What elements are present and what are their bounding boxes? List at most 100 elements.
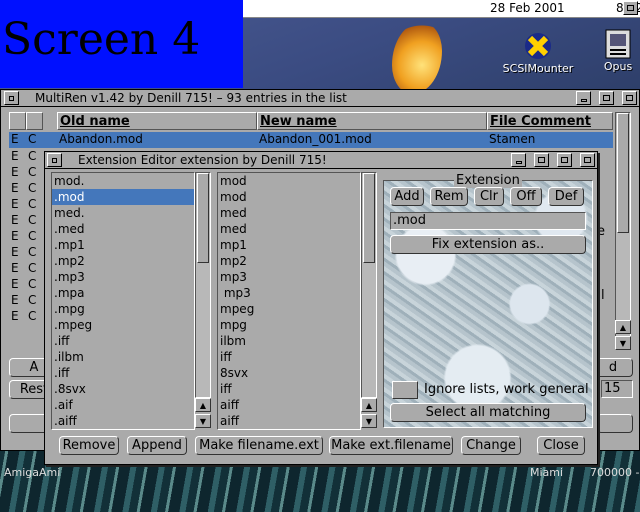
list-item[interactable]: .iff [52, 365, 194, 381]
off-button[interactable]: Off [510, 187, 542, 206]
flag-cell: C [28, 197, 37, 211]
select-all-matching-button[interactable]: Select all matching [390, 403, 586, 422]
list-item[interactable]: .mod [52, 189, 194, 205]
flag-cell: E [11, 165, 19, 179]
list-item[interactable]: aiff [218, 397, 360, 413]
make-ext-filename-button[interactable]: Make ext.filename [329, 436, 453, 455]
list-item[interactable]: med [218, 221, 360, 237]
scrollbar-knob[interactable] [617, 113, 629, 233]
flag-cell: C [28, 181, 37, 195]
flag-column-e: EEEEEEEEEEE [11, 148, 25, 324]
right-list-scrollbar[interactable] [361, 172, 377, 398]
zoom-gadget-icon[interactable] [534, 153, 549, 167]
list-item[interactable]: .mp3 [52, 269, 194, 285]
list-item[interactable]: .mpa [52, 285, 194, 301]
scroll-down-arrow-icon[interactable]: ▼ [615, 336, 631, 350]
list-item[interactable]: .iff [52, 333, 194, 349]
list-item[interactable]: .mpeg [52, 317, 194, 333]
list-item[interactable]: ilbm [218, 333, 360, 349]
fix-extension-button[interactable]: Fix extension as.. [390, 235, 586, 254]
iconify-gadget-icon[interactable] [511, 153, 526, 167]
scroll-up-arrow-icon[interactable]: ▲ [361, 398, 377, 412]
column-header-new-name[interactable]: New name [257, 112, 487, 130]
left-list-scrollbar[interactable] [195, 172, 211, 398]
ignore-lists-label: Ignore lists, work general [424, 382, 589, 397]
multiren-vertical-scrollbar[interactable] [615, 112, 631, 338]
list-item[interactable]: mod [218, 189, 360, 205]
multiren-count-field[interactable]: 15 [601, 380, 633, 398]
desktop-icon-opus[interactable]: Opus [596, 28, 640, 73]
list-item[interactable]: .mp1 [52, 237, 194, 253]
list-item[interactable]: 8svx [218, 365, 360, 381]
flag-cell: E [11, 261, 19, 275]
list-item[interactable]: mp3 [218, 269, 360, 285]
scroll-down-arrow-icon[interactable]: ▼ [195, 414, 211, 428]
list-item[interactable]: med. [52, 205, 194, 221]
list-item[interactable]: .mp2 [52, 253, 194, 269]
resize-gadget-icon[interactable] [557, 153, 572, 167]
zoom-gadget-icon[interactable] [599, 91, 614, 105]
flag-cell: C [28, 149, 37, 163]
multiren-partial-button-bottom-left[interactable] [9, 414, 49, 433]
extension-input[interactable]: .mod [390, 212, 586, 230]
column-header-comment[interactable]: File Comment [487, 112, 613, 130]
append-button[interactable]: Append [127, 436, 187, 455]
close-gadget-icon[interactable] [47, 153, 62, 167]
multiren-partial-button-d[interactable]: d [593, 358, 633, 377]
list-item[interactable]: iff [218, 381, 360, 397]
flag-cell: E [11, 197, 19, 211]
window-title: MultiRen v1.42 by Denill 715! – 93 entri… [35, 91, 347, 105]
desktop-partial-label-left: AmigaAmi [4, 466, 61, 479]
desktop-icon-scsimounter[interactable]: SCSIMounter [498, 30, 578, 75]
list-item[interactable]: aiff [218, 413, 360, 429]
extension-type-list[interactable]: mod mod med med mp1 mp2 mp3 mp3 mpeg mpg… [217, 172, 361, 430]
close-button[interactable]: Close [537, 436, 585, 455]
list-item[interactable]: mpeg [218, 301, 360, 317]
row-flag-e: E [11, 132, 19, 146]
extension-pattern-list[interactable]: mod. .mod med. .med .mp1 .mp2 .mp3 .mpa … [51, 172, 195, 430]
desktop-partial-text-right: 700000 - [590, 466, 640, 479]
screen-depth-gadget[interactable] [623, 1, 638, 15]
table-row[interactable]: E C Abandon.mod Abandon_001.mod Stamen [9, 132, 613, 148]
default-button[interactable]: Def [548, 187, 584, 206]
list-item[interactable]: med [218, 205, 360, 221]
flag-cell: E [11, 309, 19, 323]
list-item[interactable]: .med [52, 221, 194, 237]
list-item[interactable]: mp3 [218, 285, 360, 301]
screen-tag-label: Screen 4 [0, 0, 243, 88]
depth-gadget-icon[interactable] [622, 91, 637, 105]
make-filename-ext-button[interactable]: Make filename.ext [195, 436, 323, 455]
list-item[interactable]: .mpg [52, 301, 194, 317]
list-item[interactable]: .ilbm [52, 349, 194, 365]
depth-gadget-icon[interactable] [580, 153, 595, 167]
list-item[interactable]: .aif [52, 397, 194, 413]
remove-ext-button[interactable]: Rem [430, 187, 468, 206]
close-gadget-icon[interactable] [4, 91, 19, 105]
scrollbar-knob[interactable] [363, 173, 375, 263]
list-item[interactable]: mp1 [218, 237, 360, 253]
scroll-up-arrow-icon[interactable]: ▲ [195, 398, 211, 412]
list-item[interactable]: mod [218, 173, 360, 189]
scroll-up-arrow-icon[interactable]: ▲ [615, 320, 631, 334]
scrollbar-knob[interactable] [197, 173, 209, 263]
flag-cell: E [11, 229, 19, 243]
iconify-gadget-icon[interactable] [576, 91, 591, 105]
scroll-down-arrow-icon[interactable]: ▼ [361, 414, 377, 428]
multiren-partial-button-bottom-right[interactable] [597, 414, 633, 433]
remove-button[interactable]: Remove [59, 436, 119, 455]
add-button[interactable]: Add [390, 187, 424, 206]
list-item[interactable]: mpg [218, 317, 360, 333]
list-item[interactable]: mod. [52, 173, 194, 189]
list-item[interactable]: mp2 [218, 253, 360, 269]
list-item[interactable]: iff [218, 349, 360, 365]
flag-column-c: CCCCCCCCCCC [28, 148, 42, 324]
ext-editor-title-bar[interactable]: Extension Editor extension by Denill 715… [45, 152, 597, 169]
ignore-lists-checkbox[interactable] [392, 381, 418, 399]
column-header-old-name[interactable]: Old name [57, 112, 257, 130]
list-item[interactable]: .aiff [52, 413, 194, 429]
clear-button[interactable]: Clr [474, 187, 504, 206]
list-item[interactable]: .8svx [52, 381, 194, 397]
change-button[interactable]: Change [461, 436, 521, 455]
extension-editor-window: Extension Editor extension by Denill 715… [44, 151, 598, 465]
multiren-title-bar[interactable]: MultiRen v1.42 by Denill 715! – 93 entri… [1, 90, 639, 107]
